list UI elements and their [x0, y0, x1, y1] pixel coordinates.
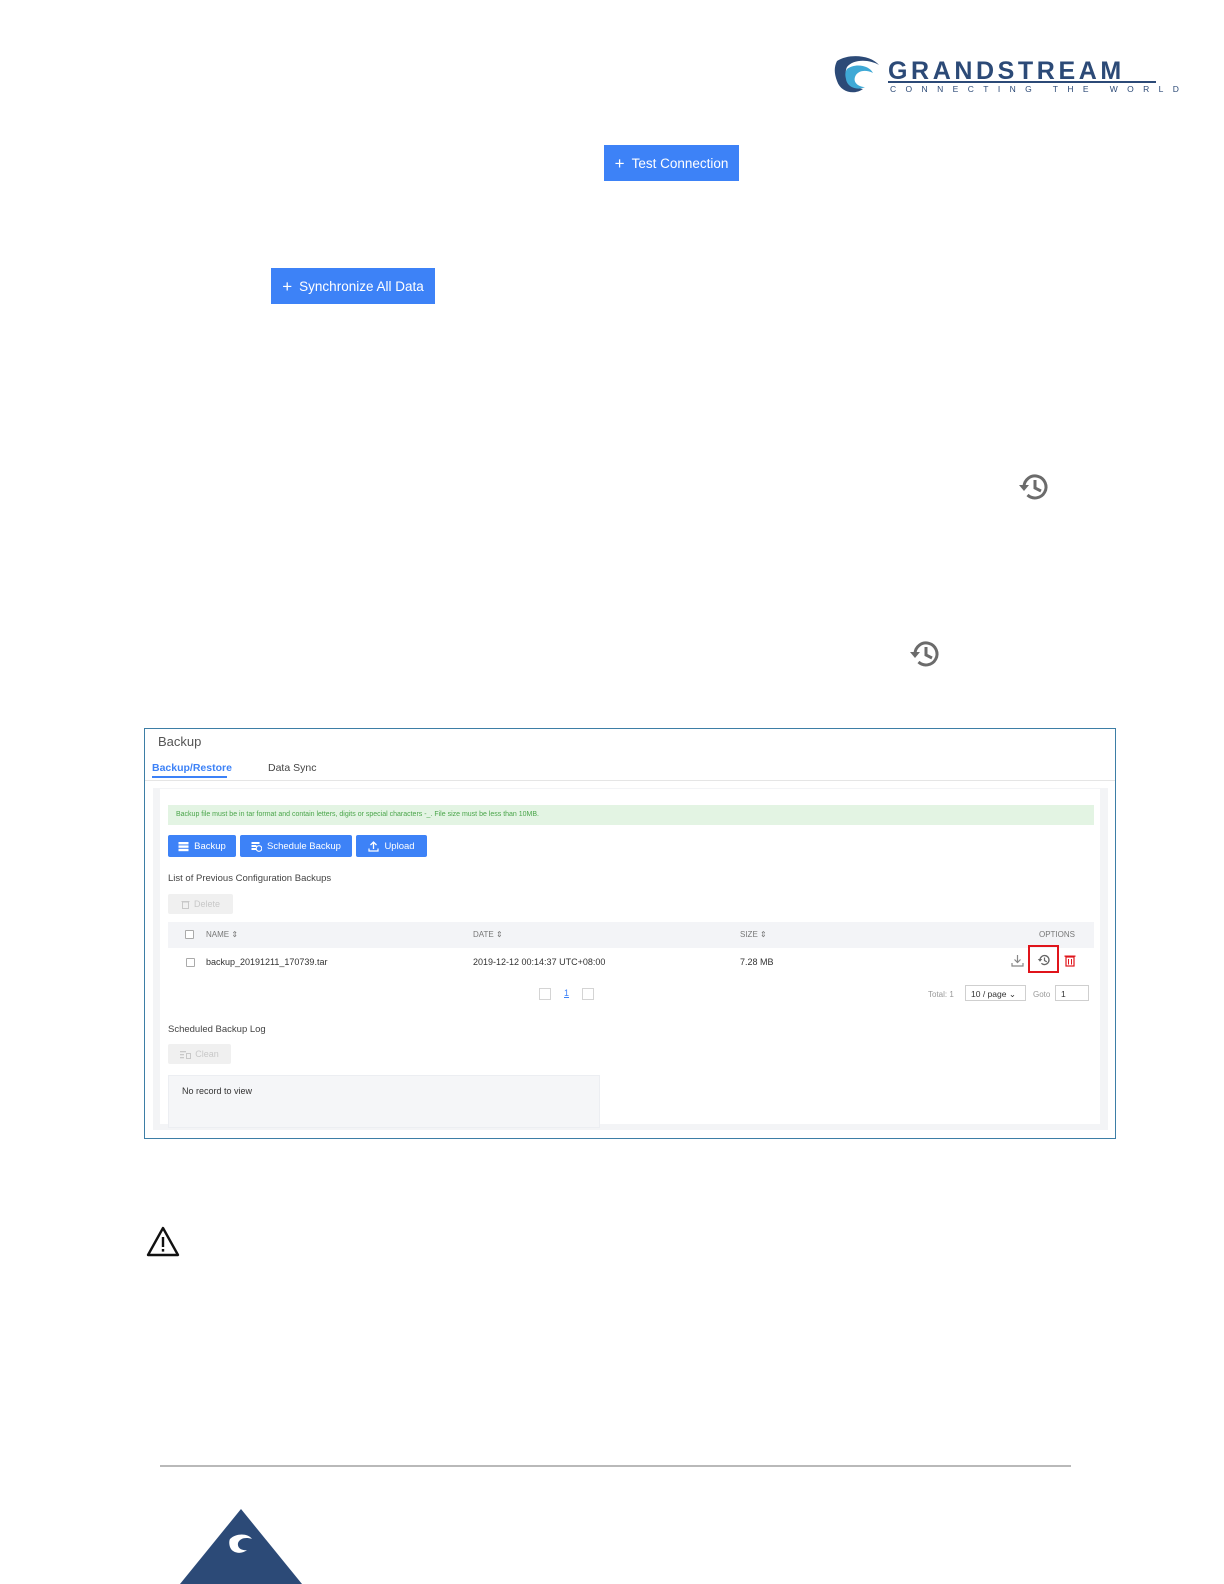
- chevron-down-icon: ⌄: [1008, 989, 1016, 999]
- delete-icon[interactable]: [1064, 954, 1076, 967]
- column-header-size[interactable]: SIZE ⇕: [740, 930, 767, 939]
- grandstream-logo-mark: [834, 56, 879, 93]
- sort-icon: ⇕: [495, 930, 503, 939]
- clean-label: Clean: [195, 1049, 219, 1059]
- next-page-button[interactable]: [582, 988, 594, 1000]
- file-format-notice: Backup file must be in tar format and co…: [168, 805, 1094, 825]
- upload-button[interactable]: Upload: [356, 835, 427, 857]
- total-count: Total: 1: [928, 990, 954, 999]
- upload-label: Upload: [384, 840, 415, 852]
- previous-page-button[interactable]: [539, 988, 551, 1000]
- restore-history-icon: [910, 641, 939, 667]
- synchronize-all-data-button[interactable]: + Synchronize All Data: [271, 268, 435, 304]
- delete-label: Delete: [193, 899, 220, 909]
- schedule-backup-label: Schedule Backup: [267, 840, 341, 852]
- backup-file-name: backup_20191211_170739.tar: [206, 957, 328, 967]
- plus-icon: +: [282, 276, 293, 296]
- page-title: Backup: [158, 734, 202, 749]
- active-tab-indicator: [152, 776, 227, 778]
- upload-icon: [368, 840, 380, 852]
- row-checkbox[interactable]: [186, 958, 195, 967]
- empty-log-message: No record to view: [182, 1086, 253, 1096]
- tab-divider: [145, 780, 1115, 781]
- footer-divider: [160, 1465, 1071, 1467]
- logo-tagline: CONNECTING THE WORLD: [890, 84, 1189, 94]
- backup-date: 2019-12-12 00:14:37 UTC+08:00: [473, 957, 606, 967]
- previous-backups-heading: List of Previous Configuration Backups: [168, 873, 332, 884]
- logo-divider: [888, 81, 1156, 83]
- restore-history-icon: [1019, 474, 1048, 500]
- trash-icon: [181, 900, 190, 909]
- backup-label: Backup: [194, 840, 226, 852]
- tab-data-sync[interactable]: Data Sync: [268, 762, 316, 774]
- download-icon[interactable]: [1011, 954, 1024, 967]
- sort-icon: ⇕: [760, 930, 767, 939]
- column-header-date[interactable]: DATE ⇕: [473, 930, 503, 939]
- synchronize-all-data-label: Synchronize All Data: [299, 278, 424, 294]
- page-number[interactable]: 1: [564, 988, 569, 998]
- scheduled-backup-log-list: No record to view: [168, 1075, 600, 1128]
- grandstream-logo: GRANDSTREAM CONNECTING THE WORLD: [833, 55, 1179, 99]
- test-connection-label: Test Connection: [631, 155, 729, 171]
- scheduled-backup-log-heading: Scheduled Backup Log: [168, 1024, 266, 1035]
- sort-icon: ⇕: [231, 930, 239, 939]
- warning-icon: [146, 1226, 180, 1257]
- restore-highlight-box: [1028, 945, 1059, 973]
- column-header-name[interactable]: NAME ⇕: [206, 930, 238, 939]
- backup-button[interactable]: Backup: [168, 835, 236, 857]
- clean-button[interactable]: Clean: [168, 1044, 231, 1064]
- tab-backup-restore[interactable]: Backup/Restore: [152, 762, 232, 774]
- schedule-backup-button[interactable]: Schedule Backup: [240, 835, 352, 857]
- backup-list-icon: [178, 841, 189, 851]
- table-header: NAME ⇕ DATE ⇕ SIZE ⇕ OPTIONS: [168, 922, 1094, 948]
- test-connection-button[interactable]: + Test Connection: [604, 145, 739, 181]
- backup-panel-screenshot: Backup Backup/Restore Data Sync Backup f…: [144, 728, 1116, 1139]
- footer-logo-mark: [180, 1509, 302, 1584]
- plus-icon: +: [614, 153, 625, 173]
- delete-button[interactable]: Delete: [168, 894, 233, 914]
- goto-page-input[interactable]: 1: [1055, 985, 1089, 1001]
- backup-size: 7.28 MB: [740, 957, 774, 967]
- goto-label: Goto: [1033, 990, 1051, 999]
- clean-icon: [180, 1050, 192, 1059]
- page-size-select[interactable]: 10 / page ⌄: [965, 985, 1026, 1001]
- column-header-options: OPTIONS: [1039, 930, 1076, 939]
- schedule-icon: [251, 841, 263, 852]
- select-all-checkbox[interactable]: [185, 930, 194, 939]
